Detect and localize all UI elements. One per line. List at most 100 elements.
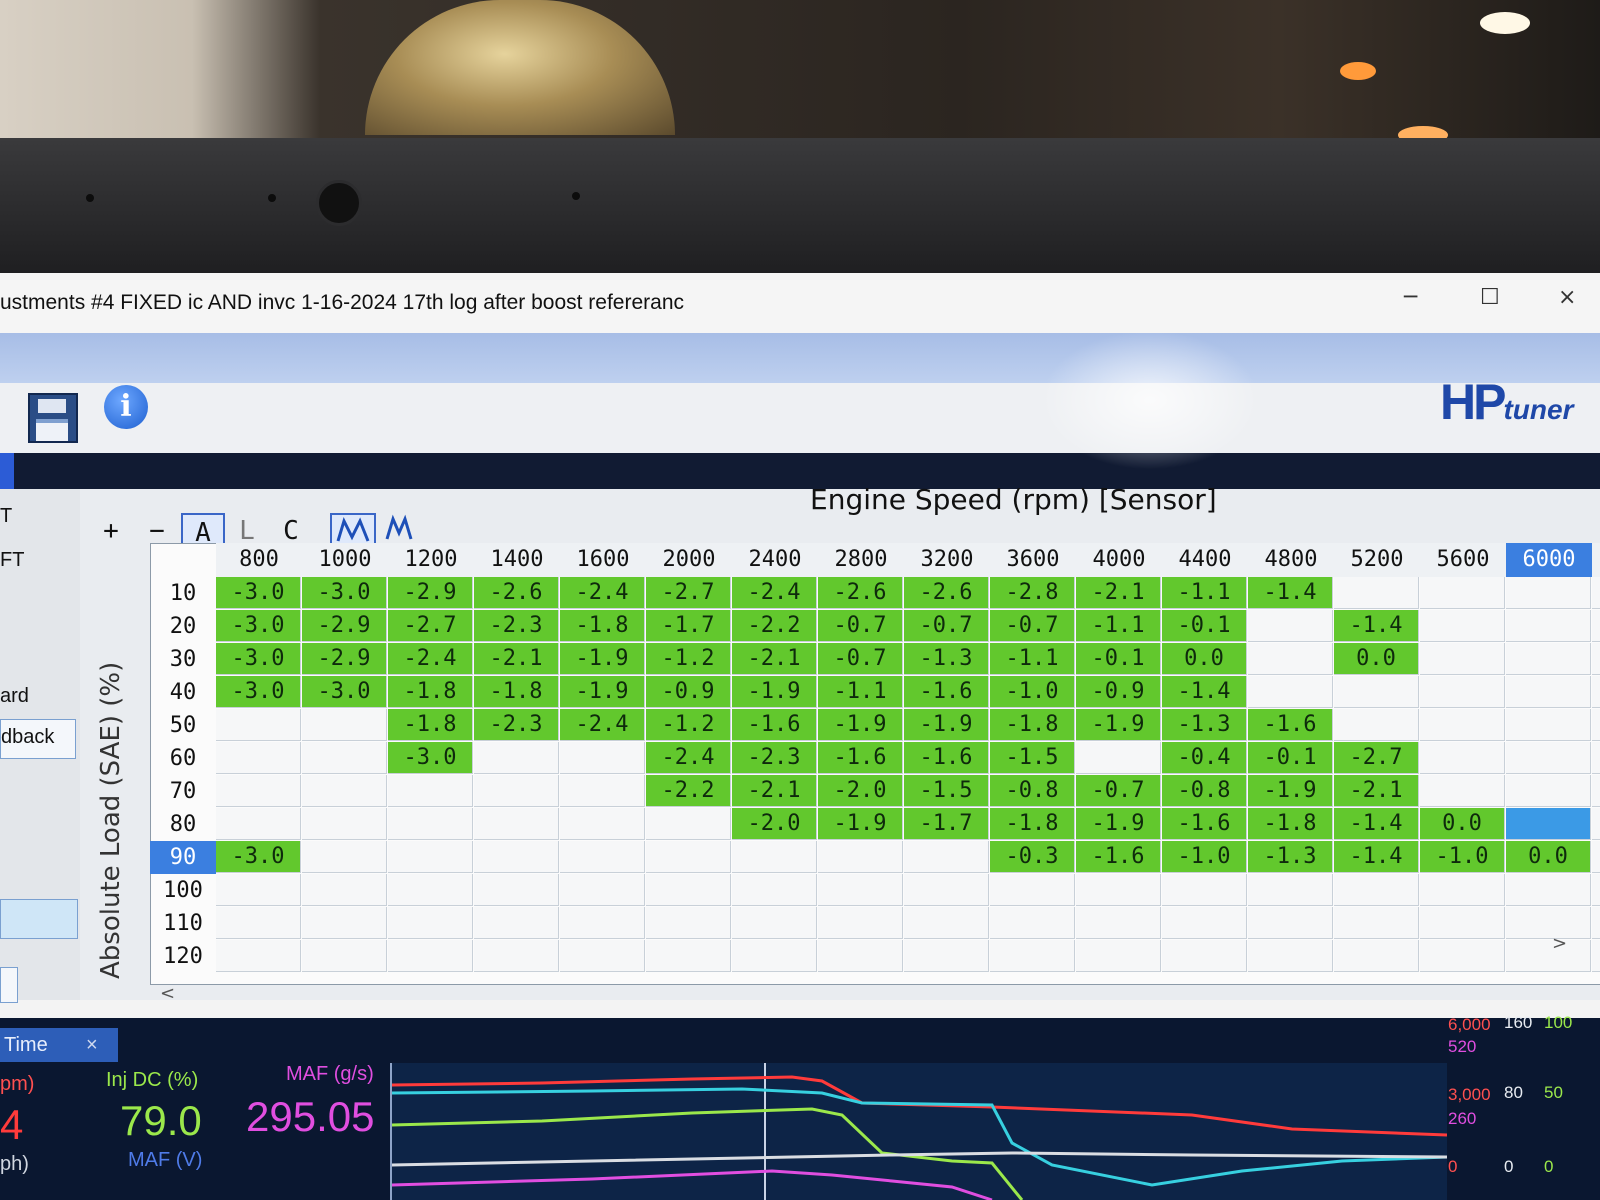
table-cell[interactable] xyxy=(302,775,387,807)
table-cell[interactable] xyxy=(1506,742,1591,774)
table-cell[interactable] xyxy=(560,775,645,807)
minimize-button[interactable]: ─ xyxy=(1404,285,1417,310)
row-header-80[interactable]: 80 xyxy=(150,808,216,841)
table-cell[interactable]: -2.1 xyxy=(1334,775,1419,807)
table-cell[interactable] xyxy=(1592,808,1600,840)
column-header-800[interactable]: 800 xyxy=(216,543,303,577)
table-cell[interactable] xyxy=(216,775,301,807)
table-cell[interactable]: -1.9 xyxy=(818,709,903,741)
table-cell[interactable] xyxy=(1420,907,1505,939)
table-cell[interactable]: -1.3 xyxy=(1162,709,1247,741)
table-cell[interactable] xyxy=(474,907,559,939)
table-cell[interactable]: -0.1 xyxy=(1076,643,1161,675)
table-cell[interactable] xyxy=(474,874,559,906)
table-cell[interactable] xyxy=(732,841,817,873)
table-cell[interactable]: 0.0 xyxy=(1420,808,1505,840)
table-cell[interactable]: -3.0 xyxy=(216,676,301,708)
table-cell[interactable] xyxy=(1076,742,1161,774)
table-cell[interactable] xyxy=(1334,676,1419,708)
table-cell[interactable] xyxy=(474,742,559,774)
table-cell[interactable] xyxy=(646,808,731,840)
table-cell[interactable] xyxy=(1506,808,1591,840)
table-cell[interactable] xyxy=(1506,775,1591,807)
table-cell[interactable]: -2.9 xyxy=(302,643,387,675)
table-cell[interactable] xyxy=(818,940,903,972)
table-cell[interactable]: -3.0 xyxy=(216,841,301,873)
table-cell[interactable]: -0.9 xyxy=(1076,676,1161,708)
table-cell[interactable]: -0.7 xyxy=(818,610,903,642)
table-cell[interactable] xyxy=(474,841,559,873)
table-cell[interactable] xyxy=(1592,874,1600,906)
table-cell[interactable] xyxy=(1420,610,1505,642)
table-cell[interactable]: -0.7 xyxy=(904,610,989,642)
table-cell[interactable]: -3.0 xyxy=(388,742,473,774)
table-cell[interactable] xyxy=(1162,907,1247,939)
row-header-90[interactable]: 90 xyxy=(150,841,216,874)
left-panel-button[interactable]: dback xyxy=(0,719,76,759)
save-icon[interactable] xyxy=(28,393,78,443)
table-cell[interactable] xyxy=(1592,709,1600,741)
table-cell[interactable]: -2.6 xyxy=(818,577,903,609)
table-cell[interactable]: -3.0 xyxy=(302,577,387,609)
row-header-20[interactable]: 20 xyxy=(150,610,216,643)
table-cell[interactable]: -1.9 xyxy=(818,808,903,840)
table-cell[interactable] xyxy=(818,841,903,873)
table-cell[interactable] xyxy=(302,841,387,873)
table-cell[interactable] xyxy=(1162,874,1247,906)
table-cell[interactable]: -2.4 xyxy=(560,577,645,609)
table-cell[interactable]: 0.0 xyxy=(1334,643,1419,675)
table-cell[interactable] xyxy=(388,874,473,906)
table-cell[interactable]: -0.7 xyxy=(990,610,1075,642)
column-header-1400[interactable]: 1400 xyxy=(474,543,561,577)
table-cell[interactable] xyxy=(1420,643,1505,675)
table-cell[interactable]: -2.3 xyxy=(732,742,817,774)
table-cell[interactable]: -1.4 xyxy=(1248,577,1333,609)
table-cell[interactable] xyxy=(1506,709,1591,741)
table-cell[interactable] xyxy=(646,940,731,972)
table-cell[interactable] xyxy=(216,742,301,774)
table-cell[interactable] xyxy=(1420,577,1505,609)
table-cell[interactable] xyxy=(1420,676,1505,708)
table-cell[interactable]: -0.8 xyxy=(990,775,1075,807)
table-cell[interactable]: -1.9 xyxy=(560,643,645,675)
table-cell[interactable] xyxy=(1420,874,1505,906)
table-cell[interactable] xyxy=(1420,775,1505,807)
table-cell[interactable]: -2.4 xyxy=(732,577,817,609)
table-cell[interactable] xyxy=(646,841,731,873)
table-cell[interactable] xyxy=(1420,940,1505,972)
table-cell[interactable] xyxy=(818,907,903,939)
table-cell[interactable]: -1.9 xyxy=(904,709,989,741)
table-cell[interactable]: 0.0 xyxy=(1162,643,1247,675)
table-cell[interactable]: -1.5 xyxy=(990,742,1075,774)
table-cell[interactable] xyxy=(1162,940,1247,972)
table-cell[interactable]: -2.7 xyxy=(646,577,731,609)
table-cell[interactable] xyxy=(474,808,559,840)
table-cell[interactable] xyxy=(646,907,731,939)
table-cell[interactable]: -1.9 xyxy=(732,676,817,708)
table-cell[interactable] xyxy=(1248,676,1333,708)
table-cell[interactable] xyxy=(560,907,645,939)
table-cell[interactable] xyxy=(1592,841,1600,873)
table-cell[interactable]: -1.1 xyxy=(1162,577,1247,609)
table-cell[interactable]: -1.8 xyxy=(560,610,645,642)
table-cell[interactable] xyxy=(990,940,1075,972)
table-cell[interactable] xyxy=(646,874,731,906)
table-cell[interactable]: -1.9 xyxy=(1076,808,1161,840)
table-cell[interactable] xyxy=(1420,709,1505,741)
table-cell[interactable]: -1.9 xyxy=(1248,775,1333,807)
table-cell[interactable] xyxy=(1334,874,1419,906)
table-cell[interactable] xyxy=(1334,709,1419,741)
table-cell[interactable] xyxy=(1506,940,1591,972)
table-cell[interactable]: -2.3 xyxy=(474,610,559,642)
table-cell[interactable] xyxy=(732,874,817,906)
table-cell[interactable] xyxy=(904,841,989,873)
table-cell[interactable]: -2.1 xyxy=(474,643,559,675)
table-cell[interactable] xyxy=(1592,676,1600,708)
table-cell[interactable]: -1.4 xyxy=(1334,610,1419,642)
table-cell[interactable] xyxy=(474,775,559,807)
table-cell[interactable] xyxy=(1334,907,1419,939)
table-cell[interactable]: -2.4 xyxy=(560,709,645,741)
table-cell[interactable]: -1.6 xyxy=(1248,709,1333,741)
tab-time[interactable]: Time × xyxy=(0,1028,118,1062)
table-cell[interactable] xyxy=(388,907,473,939)
